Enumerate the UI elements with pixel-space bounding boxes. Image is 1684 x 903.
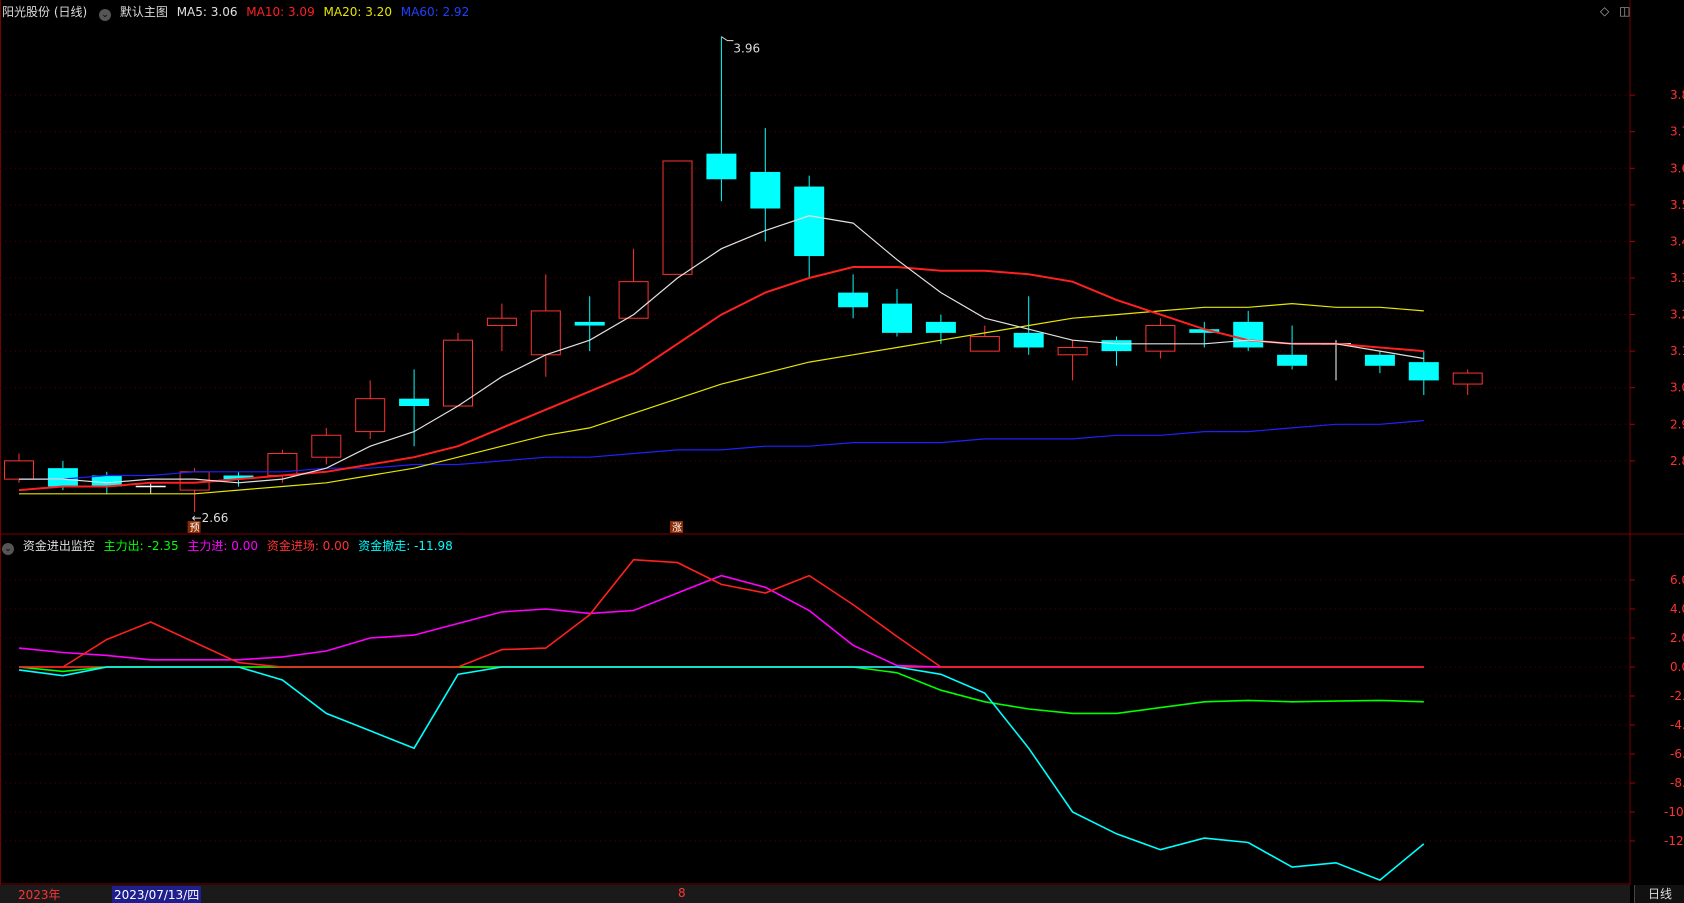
indicator-tick-label: 6.00 bbox=[1670, 573, 1684, 587]
indicator-tick-label: 0.00 bbox=[1670, 660, 1684, 674]
indicator-tick-label: 4.00 bbox=[1670, 602, 1684, 616]
candle-body-up bbox=[355, 398, 386, 433]
badge-yu-text: 预 bbox=[190, 522, 200, 534]
chart-canvas[interactable]: 3.80 3.70 3.60 3.50 3.40 3.30 3.20 3.10 3.00 2.90… bbox=[0, 0, 1684, 903]
candle-body-down bbox=[1101, 340, 1132, 352]
candle-body-up bbox=[311, 434, 342, 458]
main-out-line bbox=[18, 666, 1424, 715]
candle-body-up bbox=[1452, 372, 1483, 385]
candle-body-down bbox=[1408, 362, 1439, 381]
candle-body-up bbox=[662, 160, 693, 275]
price-tick-label: 2.80 bbox=[1670, 454, 1684, 468]
indicator-tick-label: -4.00 bbox=[1670, 718, 1684, 732]
fund-withdraw-line bbox=[18, 666, 1425, 882]
indicator-tick-label: 2.00 bbox=[1670, 631, 1684, 645]
ma5-line bbox=[19, 215, 1424, 484]
candle-body-up bbox=[1057, 346, 1088, 356]
period-button[interactable]: 日线 bbox=[1634, 885, 1684, 903]
indicator-tick-label: -2.00 bbox=[1670, 689, 1684, 703]
indicator-tick-label: -8.00 bbox=[1670, 776, 1684, 790]
candle-body-up bbox=[530, 310, 561, 356]
price-tick-label: 3.80 bbox=[1670, 88, 1684, 102]
candle-body-down bbox=[794, 186, 825, 257]
ma10-line bbox=[18, 266, 1424, 492]
grid bbox=[0, 0, 1684, 903]
price-tick-label: 3.00 bbox=[1670, 381, 1684, 395]
cursor-date: 2023/07/13/四 bbox=[112, 886, 202, 903]
indicator-tick-label: -12.00 bbox=[1664, 834, 1684, 848]
indicator-lines bbox=[18, 558, 1425, 882]
candle-body-up bbox=[486, 317, 517, 327]
indicator-tick-label: -10.00 bbox=[1664, 805, 1684, 819]
price-tick-label: 3.10 bbox=[1670, 344, 1684, 358]
price-tick-label: 3.20 bbox=[1670, 308, 1684, 322]
ma-lines bbox=[18, 215, 1424, 495]
candle-body-down bbox=[838, 292, 869, 308]
candle-body-up bbox=[618, 281, 649, 319]
candle-body-down bbox=[706, 153, 737, 180]
badge-zhang-text: 涨 bbox=[672, 522, 682, 534]
price-tick-label: 3.50 bbox=[1670, 198, 1684, 212]
price-tick-label: 3.40 bbox=[1670, 234, 1684, 248]
price-tick-label: 3.60 bbox=[1670, 161, 1684, 175]
main-in-line bbox=[18, 574, 1424, 668]
candle-body-down bbox=[399, 398, 430, 406]
candle-body-down bbox=[1233, 321, 1264, 348]
kline-window: 阳光股份 (日线) ⌄ 默认主图 MA5: 3.06 MA10: 3.09 MA… bbox=[0, 0, 1684, 903]
month-marker: 8 bbox=[678, 886, 686, 900]
price-tick-label: 3.70 bbox=[1670, 125, 1684, 139]
high-price-label: 3.96 bbox=[733, 42, 760, 56]
candle-body-down bbox=[574, 321, 605, 326]
price-tick-label: 2.90 bbox=[1670, 417, 1684, 431]
candle-body-down bbox=[882, 303, 912, 333]
candle-body-down bbox=[1364, 354, 1395, 366]
price-tick-label: 3.30 bbox=[1670, 271, 1684, 285]
ma60-line bbox=[19, 420, 1424, 480]
candle-body-up bbox=[1145, 325, 1176, 352]
indicator-tick-label: -6.00 bbox=[1670, 747, 1684, 761]
date-axis-bar: 2023年 2023/07/13/四 8 bbox=[0, 885, 1630, 903]
candle-body-up bbox=[4, 460, 34, 480]
candle-body-down bbox=[1013, 332, 1044, 348]
candle-body-down bbox=[925, 321, 956, 333]
candle-body-down bbox=[1277, 354, 1308, 366]
high-pointer bbox=[721, 36, 734, 42]
year-label: 2023年 bbox=[18, 888, 61, 902]
candle-body-down bbox=[47, 468, 78, 487]
price-axis: 3.80 3.70 3.60 3.50 3.40 3.30 3.20 3.10 3.00 2.90… bbox=[1630, 88, 1684, 848]
annotations: 3.96 ←2.66 预 涨 bbox=[187, 36, 760, 534]
candle-body-down bbox=[750, 171, 781, 209]
candle-body-up bbox=[443, 339, 473, 407]
candle-body-up bbox=[969, 336, 1000, 352]
candles bbox=[4, 36, 1483, 513]
